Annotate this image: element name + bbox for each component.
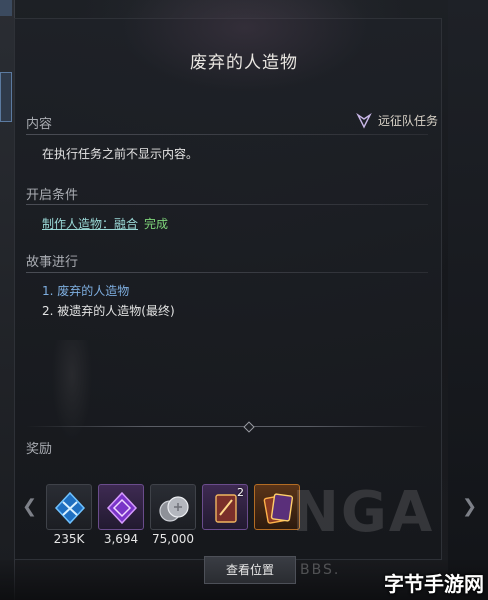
reward-item-purple-crystal[interactable] — [98, 484, 144, 530]
condition-row: 制作人造物：融合 完成 — [42, 215, 168, 232]
watermark-logo: NGA — [292, 480, 435, 545]
rewards-label: 奖励 — [26, 442, 53, 457]
watermark-site-text: BBS. — [300, 562, 341, 578]
corner-watermark: 字节手游网 — [384, 572, 484, 596]
purple-crystal-icon — [106, 491, 138, 525]
left-side-strip — [0, 0, 15, 600]
reward-item-blue-crystal[interactable] — [46, 484, 92, 530]
story-label: 故事进行 — [26, 255, 79, 270]
chevron-left-icon[interactable]: ❮ — [22, 496, 37, 518]
background-figure — [52, 340, 92, 440]
reward-item-silver-coins[interactable] — [150, 484, 196, 530]
reward-count: 3,694 — [103, 532, 139, 546]
story-step: 2. 被遗弃的人造物(最终) — [42, 304, 175, 318]
mission-type-tag: 远征队任务 — [356, 112, 438, 129]
silver-coins-icon — [159, 496, 189, 522]
header-ornament — [120, 0, 370, 92]
stack-count-badge: 2 — [237, 486, 244, 499]
condition-status: 完成 — [144, 217, 169, 231]
mission-type-label: 远征队任务 — [377, 114, 438, 128]
divider — [26, 134, 428, 135]
card-icon — [263, 493, 294, 524]
dialog-title: 废弃的人造物 — [190, 53, 298, 73]
reward-count: 75,000 — [152, 532, 194, 546]
content-text: 在执行任务之前不显示内容。 — [42, 147, 199, 161]
reward-item-card[interactable]: 2 — [202, 484, 248, 530]
reward-count: 235K — [53, 532, 85, 546]
rewards-divider — [26, 426, 428, 427]
content-label: 内容 — [26, 117, 53, 132]
blue-crystal-icon — [54, 491, 86, 525]
view-location-button[interactable]: 查看位置 — [204, 556, 296, 584]
divider — [26, 204, 428, 205]
condition-link[interactable]: 制作人造物：融合 — [42, 217, 138, 231]
divider — [26, 272, 428, 273]
story-step: 1. 废弃的人造物 — [42, 284, 130, 298]
conditions-label: 开启条件 — [26, 188, 79, 203]
expedition-icon — [356, 112, 372, 129]
